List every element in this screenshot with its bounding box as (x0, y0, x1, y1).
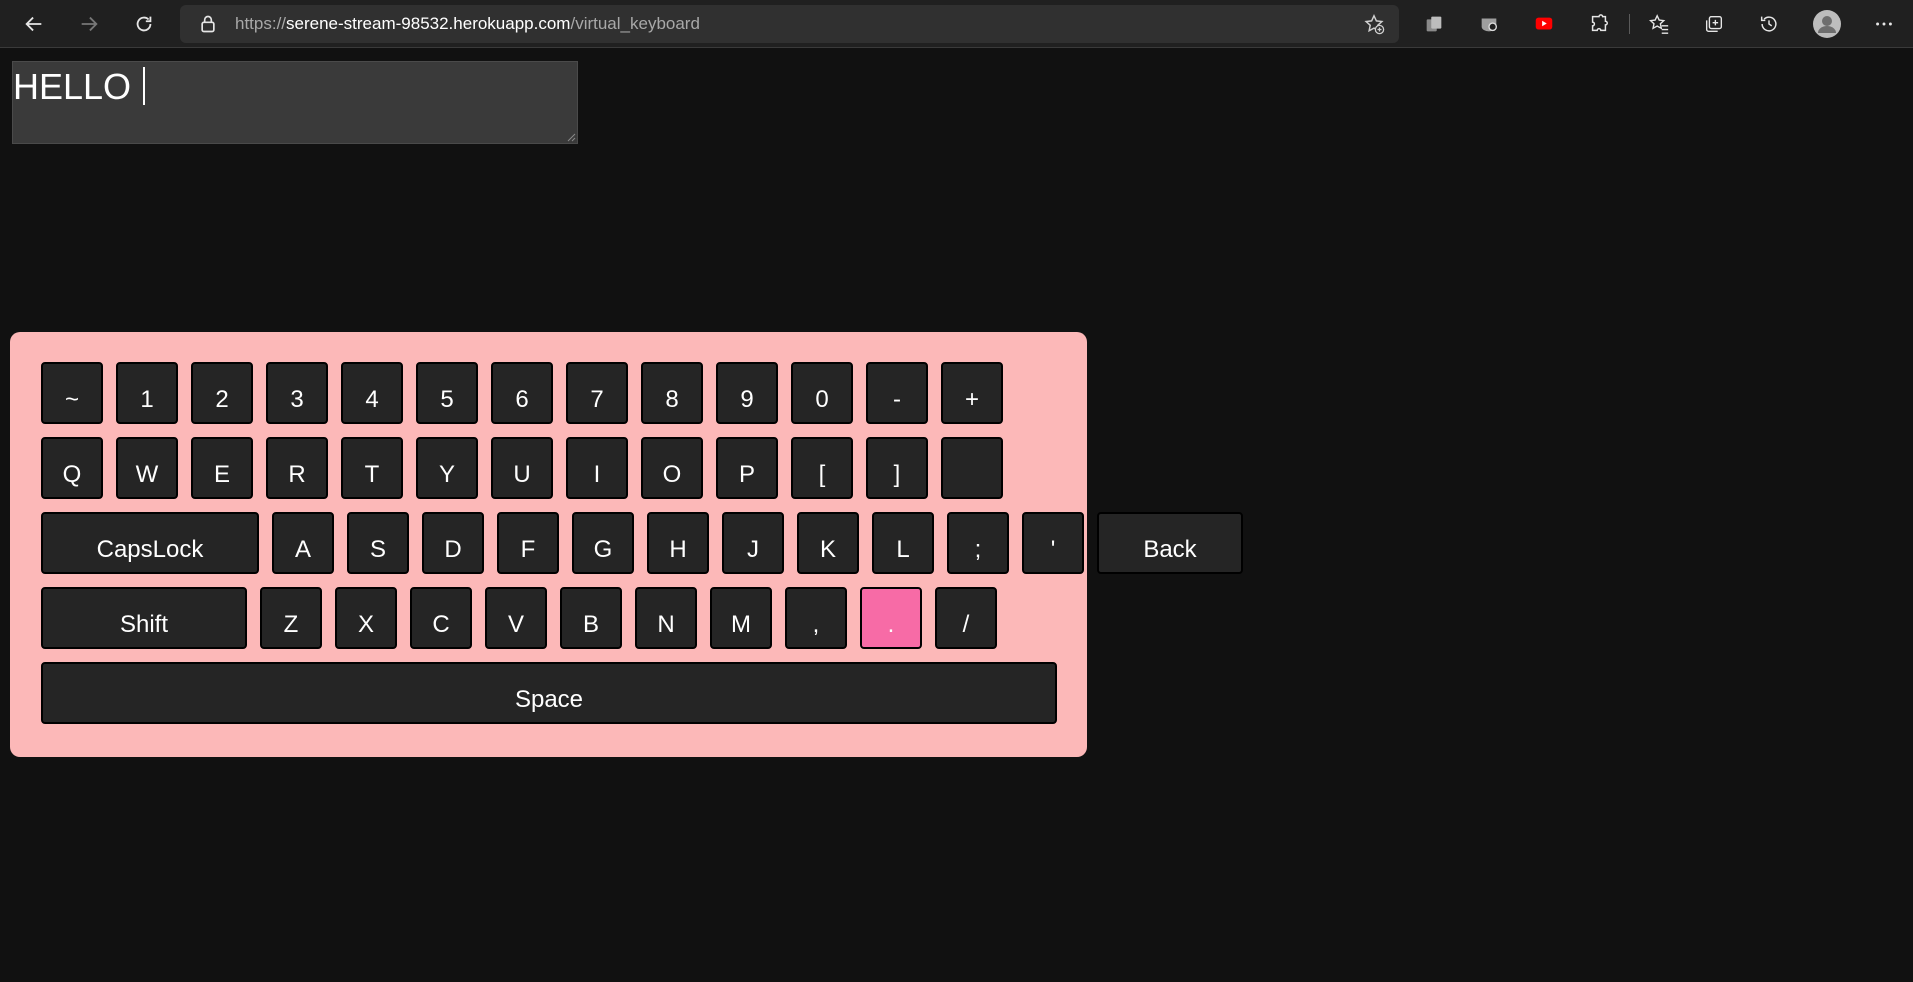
url-path: /virtual_keyboard (570, 14, 700, 33)
key-tilde[interactable]: ~ (41, 362, 103, 424)
key-apostrophe[interactable]: ' (1022, 512, 1084, 574)
puzzle-icon (1591, 14, 1608, 32)
key-right-bracket[interactable]: ] (866, 437, 928, 499)
history-icon (1760, 16, 1777, 32)
key-semicolon[interactable]: ; (947, 512, 1009, 574)
more-menu-button[interactable] (1866, 6, 1902, 42)
back-button[interactable] (16, 6, 52, 42)
url-text: https://serene-stream-98532.herokuapp.co… (235, 14, 700, 34)
key-1[interactable]: 1 (116, 362, 178, 424)
key-blank[interactable] (941, 437, 1003, 499)
more-dots-icon (1876, 22, 1892, 26)
key-x[interactable]: X (335, 587, 397, 649)
key-6[interactable]: 6 (491, 362, 553, 424)
avatar-icon (1813, 10, 1841, 38)
key-e[interactable]: E (191, 437, 253, 499)
key-comma[interactable]: , (785, 587, 847, 649)
collections-button[interactable] (1696, 6, 1732, 42)
key-3[interactable]: 3 (266, 362, 328, 424)
extension-button-3[interactable] (1526, 6, 1562, 42)
key-p[interactable]: P (716, 437, 778, 499)
key-shift[interactable]: Shift (41, 587, 247, 649)
key-f[interactable]: F (497, 512, 559, 574)
key-0[interactable]: 0 (791, 362, 853, 424)
toolbar-divider (1629, 14, 1630, 34)
key-slash[interactable]: / (935, 587, 997, 649)
arrow-left-icon (25, 16, 42, 32)
key-7[interactable]: 7 (566, 362, 628, 424)
keyboard-text-area[interactable]: HELLO (12, 61, 578, 144)
key-h[interactable]: H (647, 512, 709, 574)
key-q[interactable]: Q (41, 437, 103, 499)
profile-button[interactable] (1809, 6, 1845, 42)
resize-grip-icon[interactable] (566, 132, 576, 142)
key-8[interactable]: 8 (641, 362, 703, 424)
favorites-icon (1649, 14, 1669, 34)
arrow-right-icon (81, 16, 98, 32)
collections-icon (1705, 15, 1723, 33)
refresh-icon (136, 16, 152, 32)
key-k[interactable]: K (797, 512, 859, 574)
extensions-button[interactable] (1581, 6, 1617, 42)
key-space[interactable]: Space (41, 662, 1057, 724)
extension-shield-icon (1481, 18, 1498, 32)
key-period[interactable]: . (860, 587, 922, 649)
key-u[interactable]: U (491, 437, 553, 499)
key-r[interactable]: R (266, 437, 328, 499)
key-9[interactable]: 9 (716, 362, 778, 424)
key-plus[interactable]: + (941, 362, 1003, 424)
key-j[interactable]: J (722, 512, 784, 574)
key-w[interactable]: W (116, 437, 178, 499)
extension-button-1[interactable] (1416, 6, 1452, 42)
key-back[interactable]: Back (1097, 512, 1243, 574)
key-n[interactable]: N (635, 587, 697, 649)
key-o[interactable]: O (641, 437, 703, 499)
key-v[interactable]: V (485, 587, 547, 649)
text-area-value: HELLO (13, 66, 142, 107)
text-area-content: HELLO (13, 66, 146, 108)
text-caret (143, 67, 146, 105)
add-favorite-icon[interactable] (1363, 13, 1385, 35)
key-5[interactable]: 5 (416, 362, 478, 424)
key-m[interactable]: M (710, 587, 772, 649)
virtual-keyboard: ~1 2 3 4 5 6 7 8 9 0- + Q W E R T Y U I O P[] CapsLock A S D F G H J… (10, 332, 1243, 757)
key-t[interactable]: T (341, 437, 403, 499)
key-g[interactable]: G (572, 512, 634, 574)
key-minus[interactable]: - (866, 362, 928, 424)
key-c[interactable]: C (410, 587, 472, 649)
key-a[interactable]: A (272, 512, 334, 574)
forward-button[interactable] (71, 6, 107, 42)
url-domain: serene-stream-98532.herokuapp.com (286, 14, 571, 33)
key-left-bracket[interactable]: [ (791, 437, 853, 499)
key-capslock[interactable]: CapsLock (41, 512, 259, 574)
key-y[interactable]: Y (416, 437, 478, 499)
key-b[interactable]: B (560, 587, 622, 649)
lock-icon (201, 15, 215, 33)
key-d[interactable]: D (422, 512, 484, 574)
key-2[interactable]: 2 (191, 362, 253, 424)
history-button[interactable] (1751, 6, 1787, 42)
key-z[interactable]: Z (260, 587, 322, 649)
refresh-button[interactable] (126, 6, 162, 42)
youtube-icon (1535, 17, 1553, 30)
address-bar[interactable]: https://serene-stream-98532.herokuapp.co… (180, 5, 1399, 43)
favorites-button[interactable] (1641, 6, 1677, 42)
extension-docs-icon (1426, 16, 1442, 32)
key-l[interactable]: L (872, 512, 934, 574)
url-protocol: https:// (235, 14, 287, 33)
extension-button-2[interactable] (1471, 6, 1507, 42)
key-s[interactable]: S (347, 512, 409, 574)
browser-toolbar: https://serene-stream-98532.herokuapp.co… (0, 0, 1913, 48)
key-i[interactable]: I (566, 437, 628, 499)
key-4[interactable]: 4 (341, 362, 403, 424)
